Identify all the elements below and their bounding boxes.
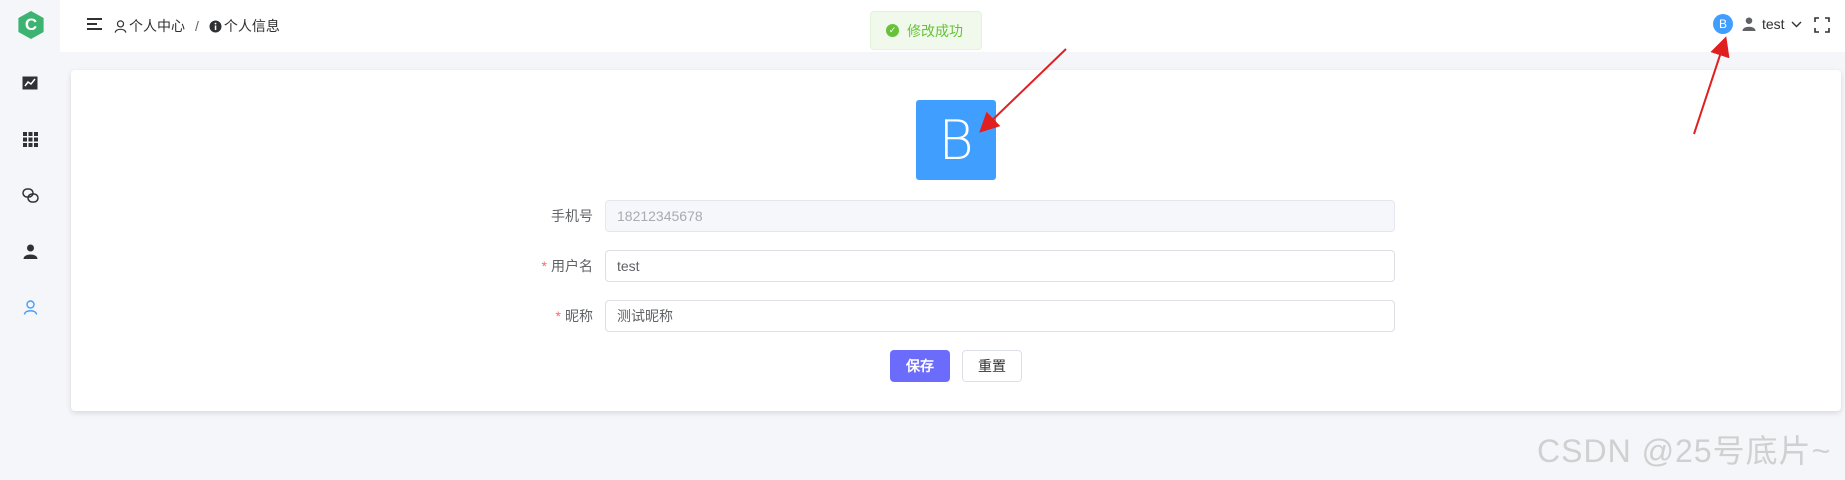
phone-field: 18212345678 — [605, 200, 1395, 232]
phone-row: 手机号 18212345678 — [500, 200, 1395, 232]
user-solid-icon — [23, 244, 37, 259]
save-button[interactable]: 保存 — [890, 350, 950, 382]
breadcrumb-label: 个人信息 — [223, 18, 280, 34]
chevron-down-icon — [1791, 21, 1802, 27]
phone-label: 手机号 — [551, 208, 593, 224]
grid-icon — [22, 131, 38, 147]
username-label: * 用户名 — [541, 258, 593, 274]
nickname-field[interactable]: 测试昵称 — [605, 300, 1395, 332]
info-icon — [209, 20, 222, 32]
success-toast: ✓ 修改成功 — [870, 11, 982, 50]
breadcrumb-item-personal-info: 个人信息 — [209, 16, 280, 36]
sidebar-item-dashboard[interactable] — [21, 74, 39, 92]
user-outline-icon — [114, 19, 127, 33]
user-outline-icon — [23, 299, 37, 315]
sidebar-item-apps[interactable] — [21, 130, 39, 148]
username-field[interactable]: test — [605, 250, 1395, 282]
breadcrumb: 个人中心 / 个人信息 — [114, 16, 280, 36]
reset-button[interactable]: 重置 — [962, 350, 1022, 382]
breadcrumb-item-personal-center[interactable]: 个人中心 — [114, 16, 185, 36]
menu-toggle-icon[interactable] — [87, 18, 102, 31]
sidebar: C — [0, 0, 60, 480]
nickname-row: * 昵称 测试昵称 — [500, 300, 1395, 332]
nickname-label: * 昵称 — [555, 308, 593, 324]
user-dropdown[interactable]: test — [1742, 16, 1802, 32]
required-mark: * — [541, 258, 547, 274]
sidebar-item-users[interactable] — [21, 242, 39, 260]
chat-icon — [21, 187, 39, 203]
user-solid-icon — [1742, 17, 1756, 31]
line-chart-icon — [22, 76, 38, 90]
success-check-icon: ✓ — [886, 24, 899, 37]
logo-letter: C — [24, 15, 38, 34]
header-avatar[interactable]: B — [1713, 14, 1733, 34]
sidebar-item-messages[interactable] — [21, 186, 39, 204]
breadcrumb-separator: / — [195, 18, 199, 34]
fullscreen-icon[interactable] — [1814, 17, 1830, 33]
sidebar-item-profile[interactable] — [21, 298, 39, 316]
toast-message: 修改成功 — [907, 22, 963, 39]
watermark: CSDN @25号底片~ — [1537, 433, 1832, 469]
profile-avatar[interactable]: B — [916, 100, 996, 180]
breadcrumb-label: 个人中心 — [129, 18, 185, 34]
username-row: * 用户名 test — [500, 250, 1395, 282]
app-logo[interactable]: C — [18, 11, 44, 39]
required-mark: * — [555, 308, 561, 324]
username-label: test — [1762, 16, 1785, 32]
